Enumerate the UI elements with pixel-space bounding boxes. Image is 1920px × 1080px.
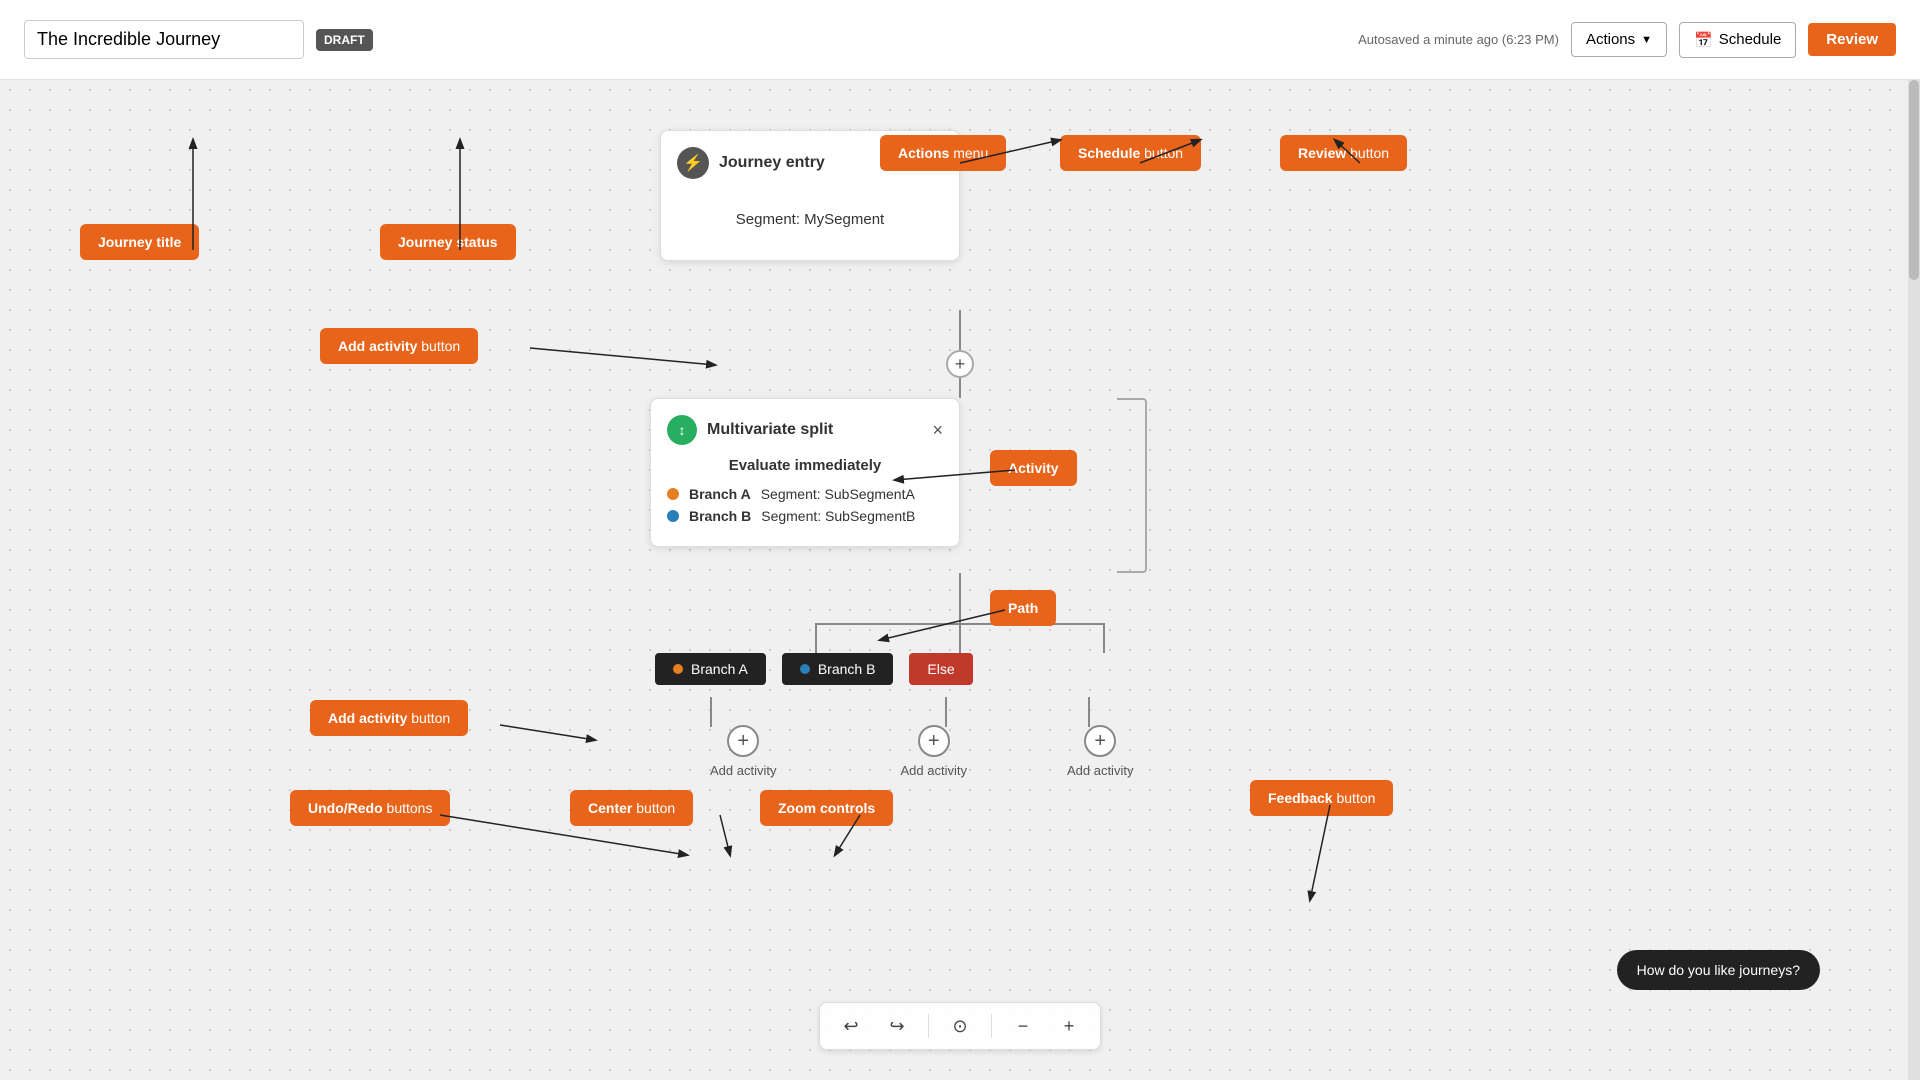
journey-title-input[interactable]: [24, 20, 304, 59]
split-card-title: Multivariate split: [707, 421, 833, 439]
branch-a-path-label: Branch A: [691, 661, 748, 677]
branch-b-row: Branch B Segment: SubSegmentB: [667, 508, 943, 524]
branch-a-path[interactable]: Branch A: [655, 653, 766, 685]
annotation-journey-title: Journey title: [80, 224, 199, 260]
paths-row: Branch A Branch B Else: [655, 653, 973, 685]
else-path[interactable]: Else: [909, 653, 972, 685]
zoom-out-icon: −: [1018, 1016, 1029, 1037]
annotation-center-button: Center button: [570, 790, 693, 826]
journey-entry-card[interactable]: ⚡ Journey entry Segment: MySegment: [660, 130, 960, 261]
annotation-add-activity-top: Add activity button: [320, 328, 478, 364]
annotation-journey-status: Journey status: [380, 224, 516, 260]
add-activity-button-branch-a[interactable]: +: [727, 725, 759, 757]
connector-mid: [959, 623, 961, 653]
undo-button[interactable]: ↩: [836, 1011, 866, 1041]
segment-label: Segment: MySegment: [736, 211, 884, 228]
add-activity-branch-a: + Add activity: [710, 725, 776, 778]
connector-branch-a-down: [710, 697, 712, 727]
annotation-activity: Activity: [990, 450, 1077, 486]
add-activity-label-branch-b: Add activity: [900, 763, 966, 778]
connector-2: [959, 378, 961, 398]
toolbar-divider-1: [928, 1014, 929, 1038]
feedback-bubble-text: How do you like journeys?: [1637, 962, 1800, 978]
branch-b-label: Branch B: [689, 508, 751, 524]
redo-icon: ↪: [889, 1016, 904, 1037]
annotation-zoom-controls: Zoom controls: [760, 790, 893, 826]
card-header: ⚡ Journey entry: [677, 147, 943, 179]
split-card-close-button[interactable]: ×: [932, 420, 943, 441]
annotation-undo-redo: Undo/Redo buttons: [290, 790, 450, 826]
connector-branch-b-down: [945, 697, 947, 727]
draft-badge: DRAFT: [316, 29, 373, 51]
undo-icon: ↩: [843, 1016, 858, 1037]
split-icon: ↕: [667, 415, 697, 445]
connector-right: [1103, 623, 1105, 653]
top-bar-right: Autosaved a minute ago (6:23 PM) Actions…: [1358, 22, 1896, 58]
annotation-schedule-button: Schedule button: [1060, 135, 1201, 171]
bottom-toolbar: ↩ ↪ ⊙ − +: [819, 1002, 1101, 1050]
branch-a-dot: [667, 488, 679, 500]
scrollbar[interactable]: [1908, 80, 1920, 1080]
top-bar: DRAFT Autosaved a minute ago (6:23 PM) A…: [0, 0, 1920, 80]
activity-bracket: [1117, 398, 1147, 573]
split-card[interactable]: ↕ Multivariate split × Evaluate immediat…: [650, 398, 960, 547]
branch-a-label: Branch A: [689, 486, 751, 502]
branch-b-path-dot: [800, 664, 810, 674]
zoom-in-icon: +: [1064, 1016, 1075, 1037]
annotation-path: Path: [990, 590, 1056, 626]
actions-label: Actions: [1586, 31, 1635, 48]
branch-b-dot: [667, 510, 679, 522]
else-path-label: Else: [927, 661, 954, 677]
calendar-icon: 📅: [1694, 31, 1713, 49]
branch-b-path[interactable]: Branch B: [782, 653, 894, 685]
zoom-out-button[interactable]: −: [1008, 1011, 1038, 1041]
branch-a-row: Branch A Segment: SubSegmentA: [667, 486, 943, 502]
journey-entry-icon: ⚡: [677, 147, 709, 179]
review-button[interactable]: Review: [1808, 23, 1896, 56]
branch-a-path-dot: [673, 664, 683, 674]
connector-else-down: [1088, 697, 1090, 727]
toolbar-divider-2: [991, 1014, 992, 1038]
split-card-header: ↕ Multivariate split ×: [667, 415, 943, 445]
evaluate-label: Evaluate immediately: [667, 457, 943, 474]
review-label: Review: [1826, 31, 1878, 48]
add-activity-label-else: Add activity: [1067, 763, 1133, 778]
annotation-feedback-button: Feedback button: [1250, 780, 1393, 816]
center-button[interactable]: ⊙: [945, 1011, 975, 1041]
chevron-down-icon: ▼: [1641, 34, 1652, 46]
zoom-in-button[interactable]: +: [1054, 1011, 1084, 1041]
split-card-header-left: ↕ Multivariate split: [667, 415, 833, 445]
branch-b-path-label: Branch B: [818, 661, 876, 677]
connector-left: [815, 623, 817, 653]
add-activity-else: + Add activity: [1067, 725, 1133, 778]
journey-canvas[interactable]: ⚡ Journey entry Segment: MySegment + ↕ M…: [0, 80, 1920, 1080]
feedback-bubble: How do you like journeys?: [1617, 950, 1820, 990]
journey-entry-title: Journey entry: [719, 154, 825, 172]
schedule-label: Schedule: [1719, 31, 1782, 48]
scrollbar-thumb[interactable]: [1909, 80, 1919, 280]
connector-3: [959, 573, 961, 623]
add-activity-branch-b: + Add activity: [900, 725, 966, 778]
schedule-button[interactable]: 📅 Schedule: [1679, 22, 1796, 58]
branch-a-segment: Segment: SubSegmentA: [761, 486, 915, 502]
connector-1: [959, 310, 961, 350]
add-activity-button-branch-b[interactable]: +: [918, 725, 950, 757]
add-activity-row: + Add activity + Add activity + Add acti…: [440, 725, 1133, 778]
add-activity-button-else[interactable]: +: [1084, 725, 1116, 757]
journey-entry-body: Segment: MySegment: [677, 195, 943, 244]
redo-button[interactable]: ↪: [882, 1011, 912, 1041]
add-activity-circle-top[interactable]: +: [946, 350, 974, 378]
branch-b-segment: Segment: SubSegmentB: [761, 508, 915, 524]
annotation-review-button: Review button: [1280, 135, 1407, 171]
add-activity-label-branch-a: Add activity: [710, 763, 776, 778]
autosave-text: Autosaved a minute ago (6:23 PM): [1358, 32, 1559, 47]
center-icon: ⊙: [952, 1016, 967, 1037]
actions-menu-button[interactable]: Actions ▼: [1571, 22, 1667, 57]
